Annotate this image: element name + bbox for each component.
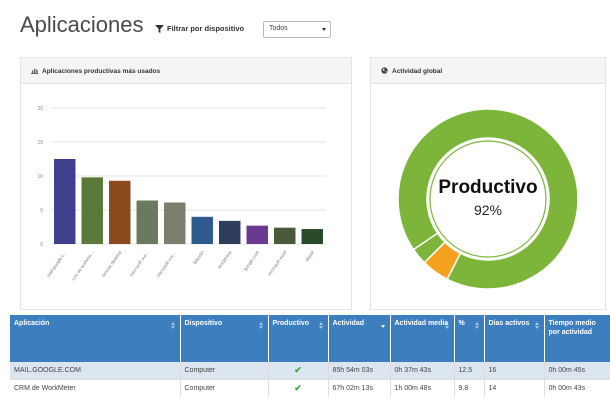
sort-icon[interactable] xyxy=(170,322,176,330)
table-cell: 9.8 xyxy=(454,379,485,397)
x-tick-label: mail.google.c… xyxy=(46,250,68,278)
table-cell: 1h 00m 48s xyxy=(390,379,455,397)
globe-icon xyxy=(381,67,388,74)
bar[interactable] xyxy=(301,229,323,244)
table-header-row: Aplicación Dispositivo Productivo Actividad… xyxy=(10,315,610,362)
bar-chart: 0 5 10 15 20 mail.google.c… crm de workme… remo… xyxy=(37,106,326,282)
table-cell: 0h 00m 43s xyxy=(544,379,610,397)
device-filter-value: Todos xyxy=(269,25,288,32)
donut-chart: Productivo 92% xyxy=(397,108,579,290)
column-header[interactable]: % xyxy=(454,315,485,362)
table-cell: 14 xyxy=(484,379,545,397)
table-cell: Computer xyxy=(180,379,269,397)
x-tick-label: linkedin xyxy=(192,249,205,265)
column-header[interactable]: Días activos xyxy=(484,315,545,362)
sort-icon[interactable] xyxy=(444,322,450,330)
column-header[interactable]: Aplicación xyxy=(10,315,181,362)
sort-icon[interactable] xyxy=(474,322,480,330)
sort-desc-icon[interactable] xyxy=(380,322,386,330)
x-tick-label: remote desktop xyxy=(101,249,123,278)
sort-icon[interactable] xyxy=(258,322,264,330)
table-cell: 12.5 xyxy=(454,362,485,380)
column-header-label: Actividad xyxy=(332,320,365,327)
table-row[interactable]: MAIL.GOOGLE.COM Computer ✔ 85h 54m 03s 0h 37… xyxy=(10,362,610,380)
page-header: Aplicaciones Filtrar por dispositivo Tod… xyxy=(0,0,610,55)
check-icon: ✔ xyxy=(294,365,302,375)
x-tick-label: wordpress xyxy=(217,249,233,269)
x-tick-label: microsoft exc… xyxy=(156,250,178,278)
table-cell: 16 xyxy=(484,362,545,380)
x-tick-label: microsoft out… xyxy=(129,250,150,278)
table-cell: 0h 37m 43s xyxy=(390,362,455,380)
table-cell: 0h 00m 45s xyxy=(544,362,610,380)
x-tick-label: crm de workme… xyxy=(71,250,95,282)
donut-center-label: Productivo xyxy=(438,177,537,198)
column-header-label: % xyxy=(458,320,465,327)
column-header[interactable]: Actividad xyxy=(328,315,391,362)
page-title: Aplicaciones xyxy=(20,12,144,37)
column-header-label: Productivo xyxy=(272,320,310,327)
table-cell: ✔ xyxy=(268,379,329,397)
column-header[interactable]: Dispositivo xyxy=(180,315,269,362)
x-tick-label: google.com xyxy=(243,250,261,272)
bar[interactable] xyxy=(136,200,158,244)
global-activity-panel-header: Actividad global xyxy=(371,58,605,84)
bar[interactable] xyxy=(191,216,213,244)
column-header[interactable]: Tiempo medio por actividad xyxy=(544,315,610,362)
column-header-label: Tiempo medio por actividad xyxy=(548,320,596,337)
table-row[interactable]: CRM de WorkMeter Computer ✔ 67h 02m 13s 1h 0… xyxy=(10,379,610,397)
filter-label: Filtrar por dispositivo xyxy=(167,24,245,33)
productive-apps-panel-header: Aplicaciones productivas más usados xyxy=(21,58,351,84)
table-cell: MAIL.GOOGLE.COM xyxy=(10,362,181,380)
column-header-label: Actividad media xyxy=(394,320,449,327)
y-tick-label: 20 xyxy=(37,106,43,112)
apps-table-container: Aplicación Dispositivo Productivo Actividad… xyxy=(10,315,610,397)
filter-icon xyxy=(155,25,164,33)
bar[interactable] xyxy=(54,159,76,244)
column-header-label: Aplicación xyxy=(14,320,50,327)
table-cell: ✔ xyxy=(268,362,329,380)
y-tick-label: 10 xyxy=(37,174,43,180)
chevron-down-icon xyxy=(322,28,326,31)
table-cell: 67h 02m 13s xyxy=(328,379,391,397)
global-activity-title: Actividad global xyxy=(392,68,443,75)
check-icon: ✔ xyxy=(294,383,302,393)
apps-table: Aplicación Dispositivo Productivo Actividad… xyxy=(10,315,610,397)
column-header-label: Días activos xyxy=(488,320,530,327)
y-tick-label: 0 xyxy=(40,242,43,248)
sort-icon[interactable] xyxy=(318,322,324,330)
column-header-label: Dispositivo xyxy=(184,320,223,327)
productive-apps-panel: Aplicaciones productivas más usados 0 5 10… xyxy=(20,57,352,310)
table-body: MAIL.GOOGLE.COM Computer ✔ 85h 54m 03s 0h 37… xyxy=(10,362,610,397)
table-cell: Computer xyxy=(180,362,269,380)
bar[interactable] xyxy=(164,202,186,244)
bar[interactable] xyxy=(219,220,241,244)
bar-chart-icon xyxy=(31,68,38,74)
column-header[interactable]: Productivo xyxy=(268,315,329,362)
x-tick-label: skype xyxy=(304,249,315,262)
device-filter-select[interactable]: Todos xyxy=(263,21,331,38)
sort-icon[interactable] xyxy=(534,322,540,330)
y-tick-label: 5 xyxy=(40,208,43,214)
bar[interactable] xyxy=(246,225,268,244)
productive-apps-title: Aplicaciones productivas más usados xyxy=(42,68,161,75)
donut-inner-ring xyxy=(429,140,547,258)
global-activity-panel: Actividad global Productivo 92% xyxy=(370,57,606,310)
table-cell: CRM de WorkMeter xyxy=(10,379,181,397)
column-header[interactable]: Actividad media xyxy=(390,315,455,362)
x-tick-label: microsoft word xyxy=(267,249,288,276)
donut-center-value: 92% xyxy=(474,202,502,218)
table-cell: 85h 54m 03s xyxy=(328,362,391,380)
bar[interactable] xyxy=(81,177,103,244)
y-tick-label: 15 xyxy=(37,140,43,146)
bar[interactable] xyxy=(274,227,296,244)
bar[interactable] xyxy=(109,180,131,244)
